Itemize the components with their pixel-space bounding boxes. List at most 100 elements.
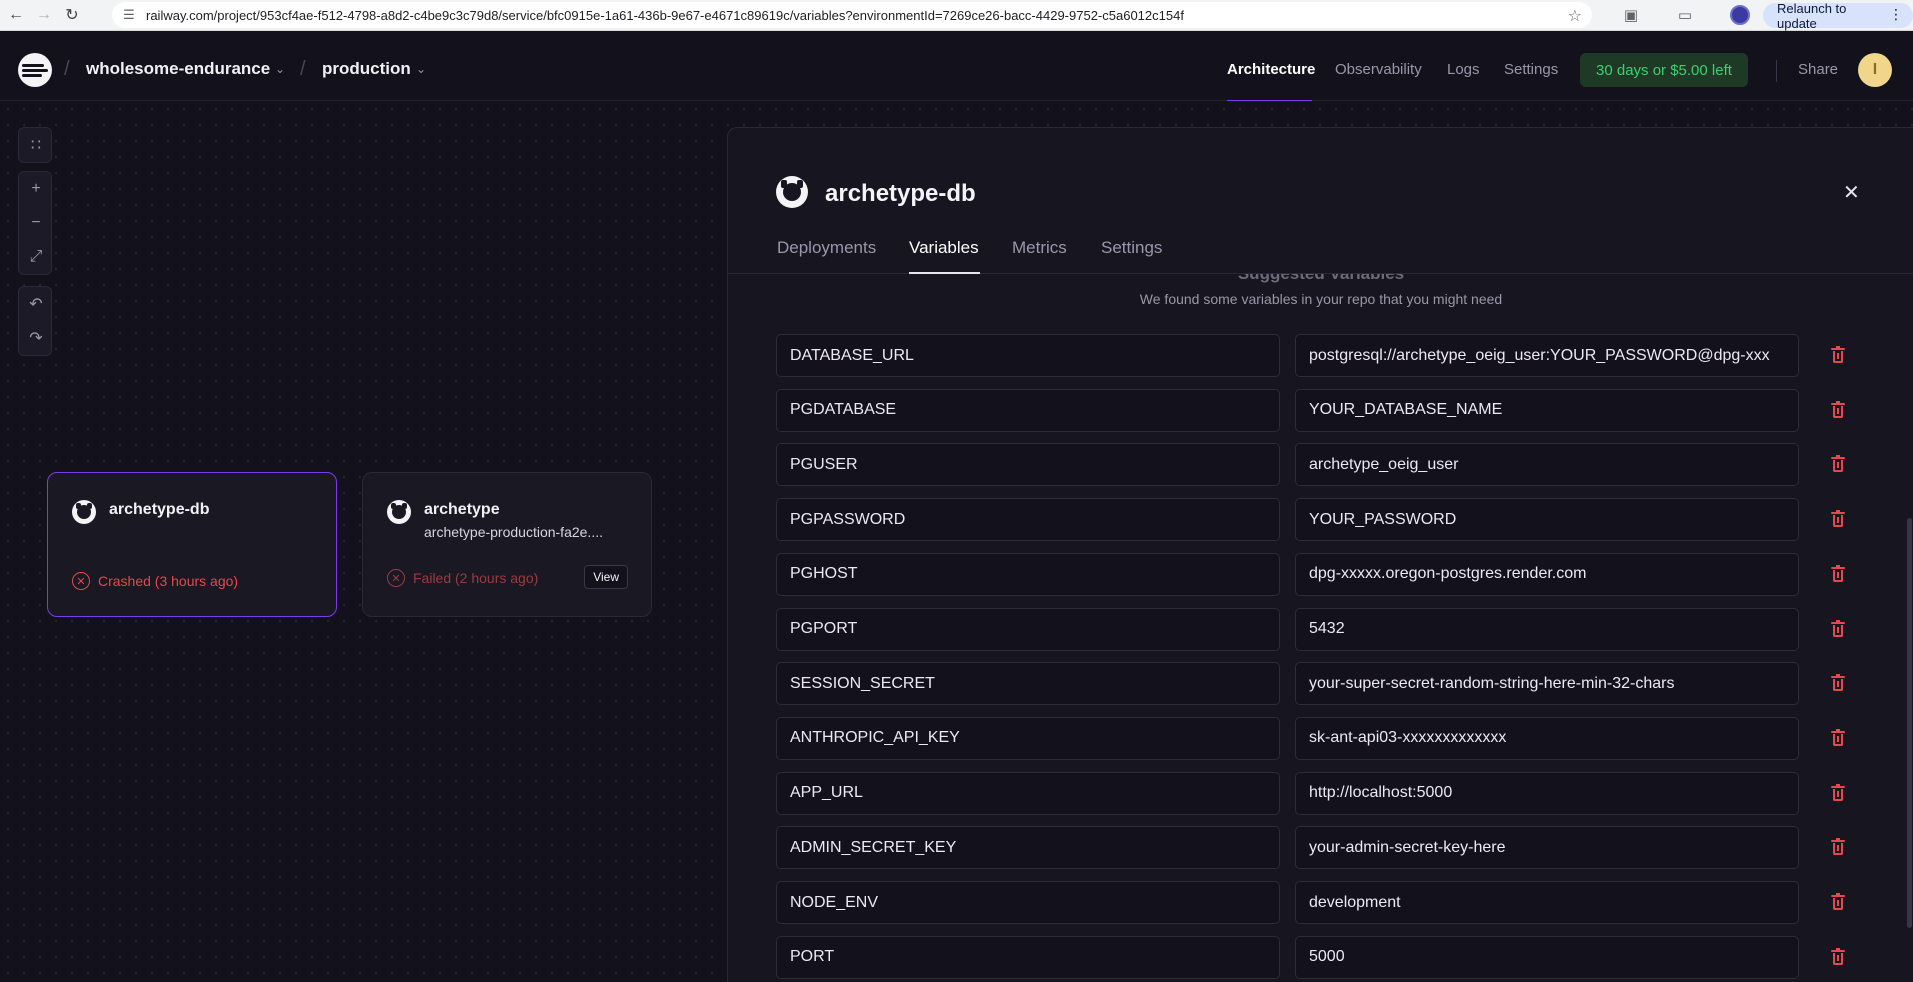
- canvas-toolbar-grid: ∷: [18, 127, 52, 163]
- browser-toolbar: ← → ↻ ☰ railway.com/project/953cf4ae-f51…: [0, 0, 1913, 31]
- share-button[interactable]: Share: [1798, 61, 1838, 78]
- section-subtitle: We found some variables in your repo tha…: [1139, 291, 1503, 307]
- trash-icon[interactable]: [1831, 838, 1845, 856]
- trash-icon[interactable]: [1831, 728, 1845, 746]
- variable-row: APP_URL http://localhost:5000: [776, 771, 1846, 815]
- variable-key-input[interactable]: DATABASE_URL: [776, 334, 1280, 377]
- tab-variables[interactable]: Variables: [909, 238, 979, 258]
- trash-icon[interactable]: [1831, 893, 1845, 910]
- service-status: ✕ Crashed (3 hours ago): [72, 572, 238, 590]
- trash-icon[interactable]: [1831, 947, 1845, 965]
- variable-key-input[interactable]: PGPORT: [776, 607, 1280, 651]
- bookmark-star-icon[interactable]: ☆: [1568, 6, 1582, 26]
- variable-value-input[interactable]: YOUR_PASSWORD: [1295, 498, 1799, 542]
- service-card-archetype[interactable]: archetype archetype-production-fa2e.... …: [362, 472, 652, 617]
- variable-value-input[interactable]: sk-ant-api03-xxxxxxxxxxxxx: [1295, 716, 1799, 760]
- variable-row: PGHOST dpg-xxxxx.oregon-postgres.render.c…: [776, 552, 1846, 596]
- tab-divider: [728, 273, 1913, 274]
- variable-key-input[interactable]: PGUSER: [776, 443, 1280, 487]
- variable-key-input[interactable]: NODE_ENV: [776, 881, 1280, 924]
- trash-icon[interactable]: [1831, 455, 1845, 473]
- variable-row: SESSION_SECRET your-super-secret-random-s…: [776, 662, 1846, 706]
- trash-icon[interactable]: [1831, 400, 1845, 418]
- variable-value-input[interactable]: 5432: [1295, 607, 1799, 651]
- site-info-icon[interactable]: ☰: [116, 2, 142, 28]
- cast-icon[interactable]: ▭: [1674, 4, 1696, 26]
- back-icon[interactable]: ←: [4, 3, 28, 27]
- address-bar[interactable]: ☰ railway.com/project/953cf4ae-f512-4798…: [112, 2, 1592, 28]
- variable-value-input[interactable]: postgresql://archetype_oeig_user:YOUR_PA…: [1295, 334, 1799, 377]
- variable-value-input[interactable]: your-super-secret-random-string-here-min…: [1295, 662, 1799, 706]
- trash-icon[interactable]: [1831, 346, 1845, 363]
- variable-value-input[interactable]: 5000: [1295, 935, 1799, 979]
- relaunch-button[interactable]: Relaunch to update ⋮: [1763, 1, 1913, 31]
- variable-key-input[interactable]: PORT: [776, 935, 1280, 979]
- variable-key-input[interactable]: APP_URL: [776, 771, 1280, 815]
- tab-deployments[interactable]: Deployments: [777, 238, 876, 258]
- trash-icon[interactable]: [1831, 619, 1845, 637]
- github-icon: [776, 176, 808, 208]
- profile-icon[interactable]: [1730, 5, 1750, 25]
- extensions-icon[interactable]: ▣: [1620, 4, 1642, 26]
- nav-observability[interactable]: Observability: [1335, 61, 1422, 78]
- variable-row: DATABASE_URL postgresql://archetype_oeig_…: [776, 334, 1846, 377]
- avatar[interactable]: I: [1858, 53, 1892, 87]
- environment-name[interactable]: production: [322, 59, 411, 79]
- variable-value-input[interactable]: development: [1295, 881, 1799, 924]
- service-status-text: Crashed (3 hours ago): [98, 573, 239, 589]
- railway-logo-icon[interactable]: [18, 53, 52, 87]
- variable-row: NODE_ENV development: [776, 881, 1846, 924]
- nav-logs[interactable]: Logs: [1447, 61, 1480, 78]
- variable-row: PGPASSWORD YOUR_PASSWORD: [776, 498, 1846, 542]
- variable-value-input[interactable]: dpg-xxxxx.oregon-postgres.render.com: [1295, 552, 1799, 596]
- zoom-out-icon[interactable]: −: [19, 206, 53, 240]
- header-divider: [1776, 60, 1777, 82]
- trash-icon[interactable]: [1831, 674, 1845, 692]
- url-text[interactable]: railway.com/project/953cf4ae-f512-4798-a…: [146, 8, 1184, 23]
- variable-key-input[interactable]: PGPASSWORD: [776, 498, 1280, 542]
- panel-title: archetype-db: [825, 180, 976, 207]
- variable-value-input[interactable]: archetype_oeig_user: [1295, 443, 1799, 487]
- reload-icon[interactable]: ↻: [60, 3, 84, 27]
- breadcrumb-separator: /: [300, 58, 306, 80]
- variable-value-input[interactable]: your-admin-secret-key-here: [1295, 826, 1799, 870]
- close-icon[interactable]: ✕: [1843, 180, 1860, 205]
- variable-value-input[interactable]: http://localhost:5000: [1295, 771, 1799, 815]
- service-status-text: Failed (2 hours ago): [413, 570, 539, 586]
- variable-key-input[interactable]: ADMIN_SECRET_KEY: [776, 826, 1280, 870]
- menu-kebab-icon[interactable]: ⋮: [1889, 6, 1903, 23]
- service-domain[interactable]: archetype-production-fa2e....: [424, 524, 603, 540]
- service-card-archetype-db[interactable]: archetype-db ✕ Crashed (3 hours ago): [47, 472, 337, 617]
- breadcrumb-separator: /: [64, 58, 70, 80]
- fit-view-icon[interactable]: ⤢: [19, 240, 53, 274]
- canvas-toolbar-history: ↶ ↷: [18, 286, 52, 356]
- chevron-down-icon[interactable]: ⌄: [275, 62, 285, 76]
- view-button[interactable]: View: [584, 565, 628, 589]
- grid-icon[interactable]: ∷: [19, 128, 53, 162]
- error-circle-icon: ✕: [72, 572, 90, 590]
- trash-icon[interactable]: [1831, 564, 1845, 582]
- error-circle-icon: ✕: [387, 569, 405, 587]
- nav-settings[interactable]: Settings: [1504, 61, 1558, 78]
- trash-icon[interactable]: [1831, 510, 1845, 528]
- trash-icon[interactable]: [1831, 783, 1845, 801]
- project-name[interactable]: wholesome-endurance: [86, 59, 270, 79]
- zoom-in-icon[interactable]: +: [19, 172, 53, 206]
- variable-key-input[interactable]: PGHOST: [776, 552, 1280, 596]
- variable-key-input[interactable]: PGDATABASE: [776, 388, 1280, 432]
- canvas-toolbar-zoom: + − ⤢: [18, 171, 52, 275]
- tab-settings[interactable]: Settings: [1101, 238, 1162, 258]
- trial-badge[interactable]: 30 days or $5.00 left: [1580, 53, 1748, 87]
- undo-icon[interactable]: ↶: [19, 287, 53, 321]
- scrollbar-thumb[interactable]: [1907, 518, 1912, 928]
- variable-key-input[interactable]: ANTHROPIC_API_KEY: [776, 716, 1280, 760]
- variable-value-input[interactable]: YOUR_DATABASE_NAME: [1295, 388, 1799, 432]
- github-icon: [72, 500, 96, 524]
- nav-architecture[interactable]: Architecture: [1227, 61, 1315, 78]
- tab-metrics[interactable]: Metrics: [1012, 238, 1067, 258]
- chevron-down-icon[interactable]: ⌄: [416, 62, 426, 76]
- service-name: archetype-db: [109, 501, 210, 518]
- redo-icon[interactable]: ↷: [19, 321, 53, 355]
- forward-icon[interactable]: →: [32, 3, 56, 27]
- variable-key-input[interactable]: SESSION_SECRET: [776, 662, 1280, 706]
